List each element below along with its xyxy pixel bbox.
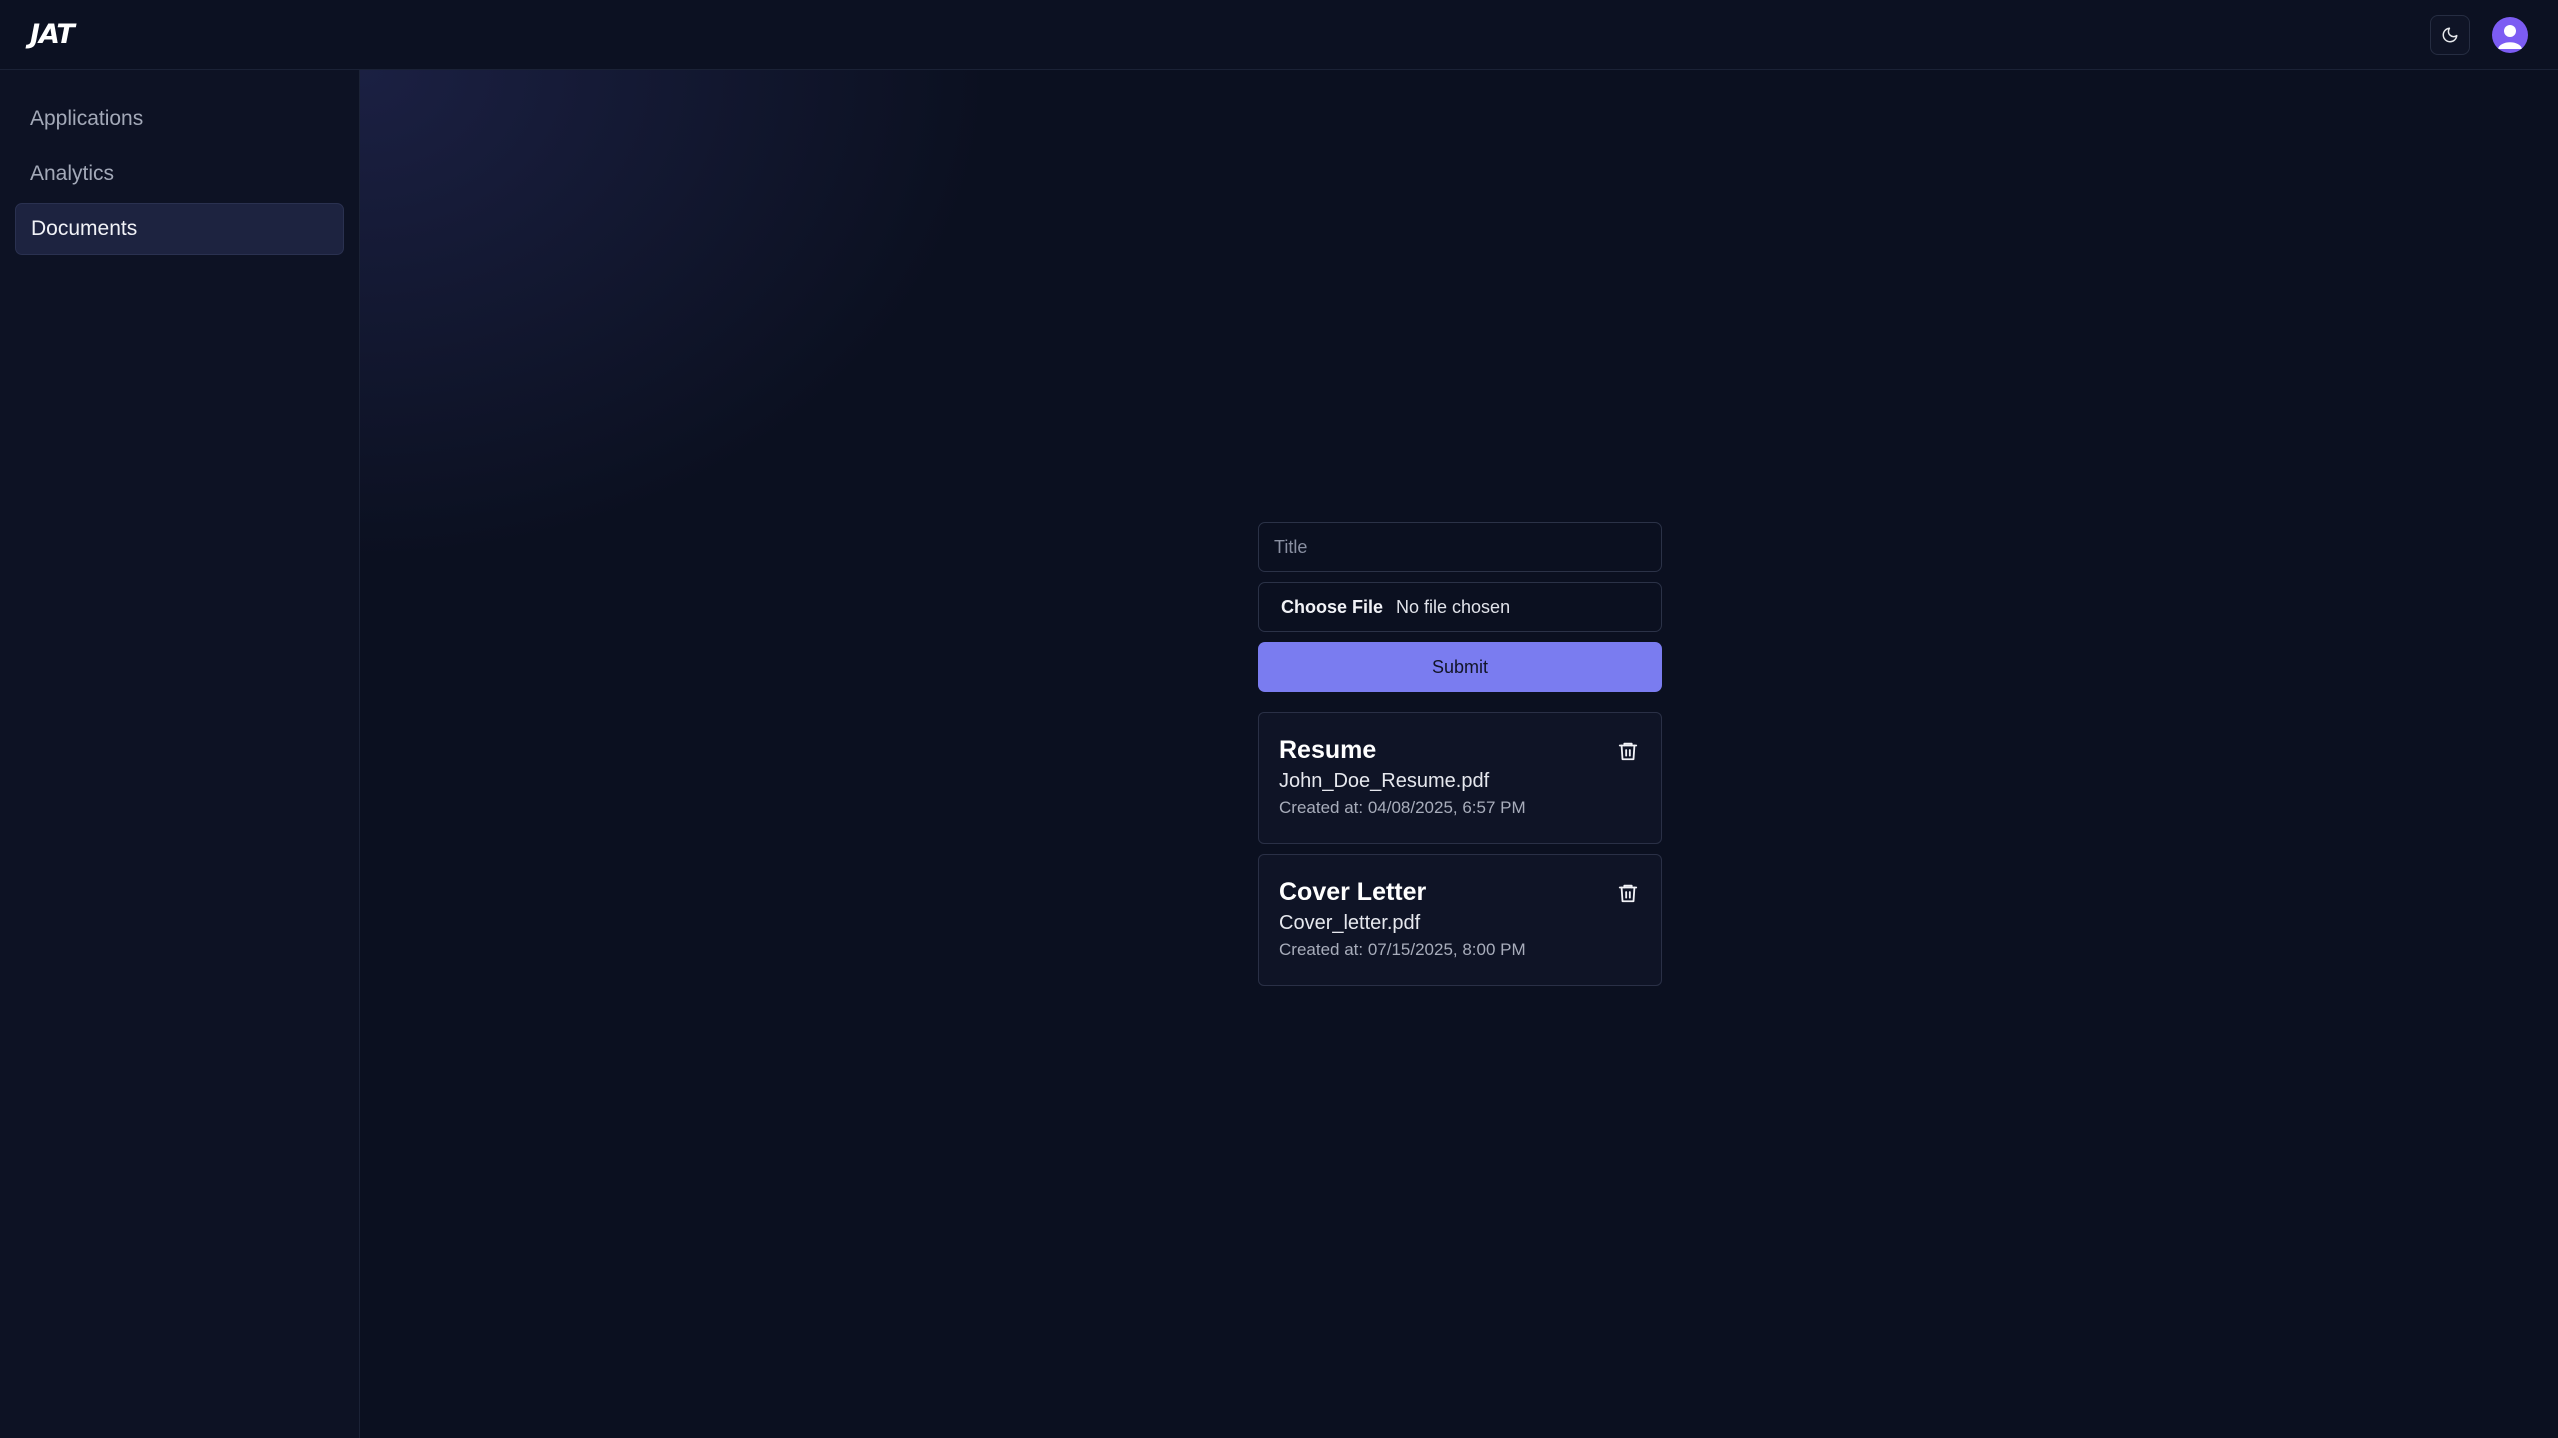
file-input[interactable]: Choose File No file chosen <box>1258 582 1662 632</box>
user-avatar[interactable] <box>2492 16 2528 53</box>
sidebar-item-label: Analytics <box>30 162 115 185</box>
header-actions <box>2430 14 2528 55</box>
document-filename[interactable]: Cover_letter.pdf <box>1279 911 1641 935</box>
document-title: Resume <box>1279 736 1377 764</box>
main-content: Choose File No file chosen Submit Resume… <box>360 70 2558 1438</box>
document-filename[interactable]: John_Doe_Resume.pdf <box>1279 769 1641 793</box>
file-status-text: No file chosen <box>1396 596 1511 617</box>
delete-document-button[interactable] <box>1615 737 1641 765</box>
trash-icon <box>1618 742 1638 761</box>
trash-icon <box>1618 884 1638 903</box>
sidebar: Applications Analytics Documents <box>0 70 360 1438</box>
document-title: Cover Letter <box>1279 878 1427 906</box>
sidebar-item-label: Documents <box>31 217 138 240</box>
theme-toggle-button[interactable] <box>2430 14 2470 55</box>
sidebar-item-documents[interactable]: Documents <box>15 203 344 255</box>
app-logo[interactable]: JAT <box>30 19 75 50</box>
document-created-at: Created at: 07/15/2025, 8:00 PM <box>1279 940 1526 959</box>
delete-document-button[interactable] <box>1615 879 1641 907</box>
sidebar-item-label: Applications <box>30 107 144 130</box>
title-input[interactable] <box>1258 522 1662 572</box>
moon-icon <box>2442 27 2458 42</box>
submit-button[interactable]: Submit <box>1258 642 1662 692</box>
documents-panel: Choose File No file chosen Submit Resume… <box>1258 522 1662 986</box>
document-card: Cover Letter Cover_letter.pdf Created at… <box>1258 854 1662 986</box>
sidebar-item-analytics[interactable]: Analytics <box>15 148 344 200</box>
app-root: JAT Applications Analytics Documents Tit… <box>0 0 2558 1438</box>
sidebar-item-applications[interactable]: Applications <box>15 93 344 145</box>
user-icon <box>2498 24 2522 49</box>
choose-file-button[interactable]: Choose File <box>1281 597 1383 618</box>
top-header: JAT <box>0 0 2558 70</box>
document-card: Resume John_Doe_Resume.pdf Created at: 0… <box>1258 712 1662 844</box>
document-created-at: Created at: 04/08/2025, 6:57 PM <box>1279 798 1526 817</box>
